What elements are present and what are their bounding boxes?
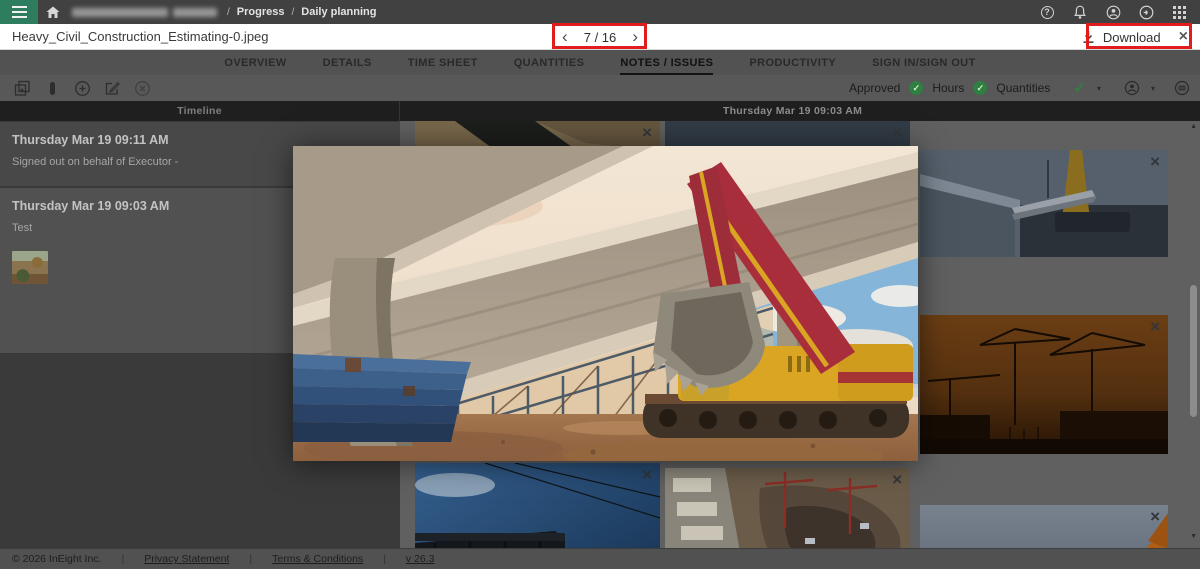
app-root: / Progress / Daily planning ? Heavy_Civi… [0, 0, 1200, 569]
tab-productivity[interactable]: PRODUCTIVITY [749, 57, 836, 75]
privacy-statement-link[interactable]: Privacy Statement [144, 553, 229, 565]
viewer-actions: Download × [1082, 24, 1188, 50]
tab-details[interactable]: DETAILS [323, 57, 372, 75]
footer-separator: | [383, 553, 386, 565]
account-icon[interactable] [1102, 3, 1124, 21]
topnav-icon-group: ? [1036, 3, 1200, 21]
tab-overview[interactable]: OVERVIEW [224, 57, 286, 75]
remove-photo-button[interactable]: × [892, 471, 902, 488]
approve-dropdown-caret-icon[interactable]: ▾ [1097, 84, 1101, 93]
copyright-text: © 2026 InEight Inc. [12, 553, 102, 565]
scroll-down-icon[interactable]: ▼ [1190, 533, 1197, 540]
remove-photo-button[interactable]: × [1150, 508, 1160, 525]
edit-icon[interactable] [103, 79, 121, 97]
status-approved-label: Approved [848, 81, 901, 95]
close-viewer-button[interactable]: × [1179, 25, 1188, 49]
toolbar-left-icons [0, 79, 151, 97]
grid-header-row: Timeline Thursday Mar 19 09:03 AM [0, 101, 1200, 121]
apps-grid-icon[interactable] [1168, 3, 1190, 21]
add-note-icon[interactable] [73, 79, 91, 97]
attachment-icon[interactable] [43, 79, 61, 97]
footer-separator: | [121, 553, 125, 565]
remove-photo-button[interactable]: × [642, 466, 652, 483]
status-hours-label: Hours [932, 81, 965, 95]
redacted-project-name [72, 7, 168, 17]
tab-sign-in-out[interactable]: SIGN IN/SIGN OUT [872, 57, 976, 75]
gallery-item-excavator-arm[interactable]: × [920, 505, 1168, 548]
lightbox-photo [293, 146, 918, 461]
notes-toolbar: Approved ✓ Hours ✓ Quantities ✓ ▾ ▾ [0, 75, 1200, 101]
user-filter-icon[interactable] [1124, 80, 1140, 96]
approve-all-check-icon[interactable]: ✓ [1073, 79, 1086, 97]
page-footer: © 2026 InEight Inc. | Privacy Statement … [0, 548, 1200, 569]
gallery-scrollbar-thumb[interactable] [1190, 285, 1197, 417]
breadcrumb: / Progress / Daily planning [227, 6, 376, 18]
remove-photo-button[interactable]: × [1150, 318, 1160, 335]
approved-check-icon: ✓ [909, 81, 924, 95]
redacted-project-id [173, 7, 217, 17]
gallery-item-building-sky[interactable]: × [415, 463, 660, 548]
timeline-entry-photo-thumbnail[interactable] [12, 251, 48, 284]
version-link[interactable]: v 26.3 [406, 553, 435, 565]
scroll-up-icon[interactable]: ▲ [1190, 123, 1197, 130]
copy-icon[interactable] [13, 79, 31, 97]
remove-photo-button[interactable]: × [892, 124, 902, 141]
timeline-column-header: Timeline [0, 101, 400, 121]
home-icon[interactable] [46, 6, 60, 19]
notifications-bell-icon[interactable] [1069, 3, 1091, 21]
next-image-button[interactable]: › [632, 25, 638, 49]
daily-plan-tabs: OVERVIEW DETAILS TIME SHEET QUANTITIES N… [0, 50, 1200, 75]
day-column-header: Thursday Mar 19 09:03 AM [722, 105, 863, 117]
user-filter-caret-icon[interactable]: ▾ [1151, 84, 1155, 93]
previous-image-button[interactable]: ‹ [562, 25, 568, 49]
breadcrumb-item-daily-planning[interactable]: Daily planning [301, 6, 376, 18]
breadcrumb-separator: / [291, 6, 295, 18]
tab-quantities[interactable]: QUANTITIES [514, 57, 585, 75]
brand-logo-icon[interactable] [1135, 3, 1157, 21]
footer-separator: | [249, 553, 253, 565]
remove-photo-button[interactable]: × [1150, 153, 1160, 170]
download-icon[interactable] [1082, 30, 1095, 44]
gallery-item-sunset-cranes[interactable]: × [920, 315, 1168, 454]
gallery-item-crane-beam[interactable]: × [920, 150, 1168, 257]
status-quantities-label: Quantities [996, 81, 1051, 95]
gallery-item-aerial-site[interactable]: × [665, 468, 910, 548]
breadcrumb-item-progress[interactable]: Progress [237, 6, 285, 18]
tab-time-sheet[interactable]: TIME SHEET [408, 57, 478, 75]
hamburger-menu-button[interactable] [0, 0, 38, 24]
cancel-icon[interactable] [133, 79, 151, 97]
image-position-indicator: 7 / 16 [583, 29, 617, 45]
top-navigation-bar: / Progress / Daily planning ? [0, 0, 1200, 24]
hours-check-icon: ✓ [973, 81, 988, 95]
remove-photo-button[interactable]: × [642, 124, 652, 141]
help-icon[interactable]: ? [1036, 3, 1058, 21]
tab-notes-issues[interactable]: NOTES / ISSUES [620, 57, 714, 75]
image-pager: ‹ 7 / 16 › [556, 24, 644, 50]
terms-conditions-link[interactable]: Terms & Conditions [272, 553, 363, 565]
print-icon[interactable] [1174, 80, 1190, 96]
image-filename: Heavy_Civil_Construction_Estimating-0.jp… [12, 29, 269, 44]
image-viewer-header: Heavy_Civil_Construction_Estimating-0.jp… [0, 24, 1200, 50]
breadcrumb-separator: / [227, 6, 230, 18]
download-button[interactable]: Download [1103, 30, 1161, 45]
toolbar-status-group: Approved ✓ Hours ✓ Quantities ✓ ▾ ▾ [849, 79, 1200, 97]
timeline-entry-time: Thursday Mar 19 09:11 AM [12, 133, 169, 147]
